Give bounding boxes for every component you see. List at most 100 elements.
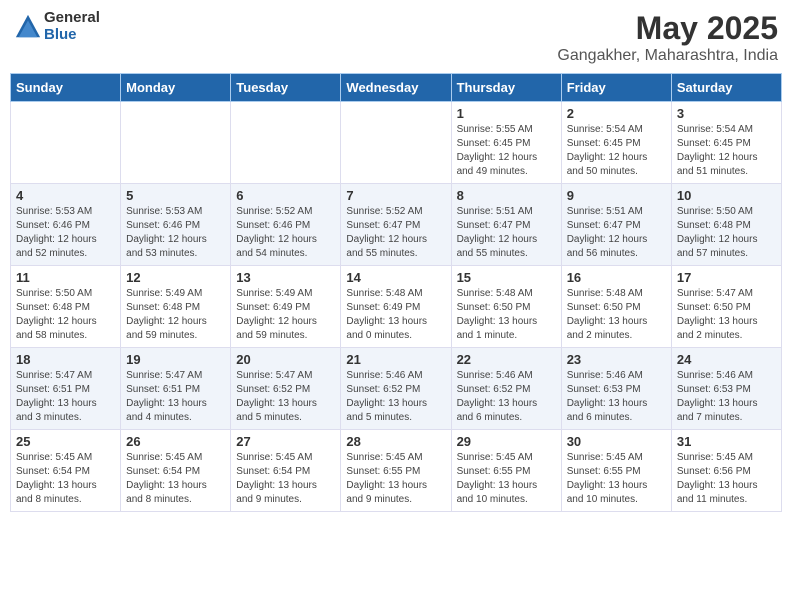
day-number: 24 <box>677 352 776 367</box>
day-info: Sunrise: 5:47 AM Sunset: 6:50 PM Dayligh… <box>677 287 776 343</box>
day-number: 22 <box>457 352 556 367</box>
header-row: SundayMondayTuesdayWednesdayThursdayFrid… <box>11 74 782 102</box>
day-number: 5 <box>126 188 225 203</box>
calendar-table: SundayMondayTuesdayWednesdayThursdayFrid… <box>10 73 782 512</box>
day-info: Sunrise: 5:53 AM Sunset: 6:46 PM Dayligh… <box>16 205 115 261</box>
day-number: 9 <box>567 188 666 203</box>
day-info: Sunrise: 5:55 AM Sunset: 6:45 PM Dayligh… <box>457 123 556 179</box>
day-number: 2 <box>567 106 666 121</box>
day-cell: 20Sunrise: 5:47 AM Sunset: 6:52 PM Dayli… <box>231 348 341 430</box>
day-number: 12 <box>126 270 225 285</box>
day-info: Sunrise: 5:46 AM Sunset: 6:53 PM Dayligh… <box>567 369 666 425</box>
day-info: Sunrise: 5:48 AM Sunset: 6:50 PM Dayligh… <box>567 287 666 343</box>
day-cell: 30 Sunrise: 5:45 AM Sunset: 6:55 PM Dayli… <box>561 430 671 512</box>
day-info: Sunrise: 5:45 AM Sunset: 6:56 PM Dayligh… <box>677 451 776 507</box>
day-cell <box>231 102 341 184</box>
day-info: Sunrise: 5:47 AM Sunset: 6:52 PM Dayligh… <box>236 369 335 425</box>
day-info: Sunrise: 5:54 AM Sunset: 6:45 PM Dayligh… <box>567 123 666 179</box>
day-info: Sunrise: 5:45 AM Sunset: 6:55 PM Dayligh… <box>567 451 666 507</box>
logo-general: General <box>44 10 100 27</box>
day-info: Sunrise: 5:48 AM Sunset: 6:49 PM Dayligh… <box>346 287 445 343</box>
day-cell: 2 Sunrise: 5:54 AM Sunset: 6:45 PM Daylig… <box>561 102 671 184</box>
day-cell: 8 Sunrise: 5:51 AM Sunset: 6:47 PM Daylig… <box>451 184 561 266</box>
day-cell: 7 Sunrise: 5:52 AM Sunset: 6:47 PM Daylig… <box>341 184 451 266</box>
day-info: Sunrise: 5:49 AM Sunset: 6:48 PM Dayligh… <box>126 287 225 343</box>
day-header-saturday: Saturday <box>671 74 781 102</box>
day-info: Sunrise: 5:50 AM Sunset: 6:48 PM Dayligh… <box>16 287 115 343</box>
day-info: Sunrise: 5:46 AM Sunset: 6:53 PM Dayligh… <box>677 369 776 425</box>
day-cell: 25 Sunrise: 5:45 AM Sunset: 6:54 PM Dayli… <box>11 430 121 512</box>
logo-blue: Blue <box>44 27 100 44</box>
day-number: 11 <box>16 270 115 285</box>
week-row-3: 11 Sunrise: 5:50 AM Sunset: 6:48 PM Dayli… <box>11 266 782 348</box>
day-cell: 28Sunrise: 5:45 AM Sunset: 6:55 PM Dayli… <box>341 430 451 512</box>
day-header-friday: Friday <box>561 74 671 102</box>
day-info: Sunrise: 5:45 AM Sunset: 6:54 PM Dayligh… <box>236 451 335 507</box>
day-cell: 17Sunrise: 5:47 AM Sunset: 6:50 PM Dayli… <box>671 266 781 348</box>
day-number: 8 <box>457 188 556 203</box>
day-header-thursday: Thursday <box>451 74 561 102</box>
logo-text: General Blue <box>44 10 100 43</box>
title-area: May 2025 Gangakher, Maharashtra, India <box>557 10 778 65</box>
day-cell: 11 Sunrise: 5:50 AM Sunset: 6:48 PM Dayli… <box>11 266 121 348</box>
day-number: 27 <box>236 434 335 449</box>
day-number: 3 <box>677 106 776 121</box>
day-number: 10 <box>677 188 776 203</box>
day-number: 31 <box>677 434 776 449</box>
logo: General Blue <box>14 10 100 43</box>
day-info: Sunrise: 5:45 AM Sunset: 6:54 PM Dayligh… <box>16 451 115 507</box>
day-info: Sunrise: 5:45 AM Sunset: 6:54 PM Dayligh… <box>126 451 225 507</box>
day-number: 16 <box>567 270 666 285</box>
day-cell <box>341 102 451 184</box>
day-number: 30 <box>567 434 666 449</box>
day-info: Sunrise: 5:52 AM Sunset: 6:46 PM Dayligh… <box>236 205 335 261</box>
day-header-wednesday: Wednesday <box>341 74 451 102</box>
day-number: 15 <box>457 270 556 285</box>
day-number: 1 <box>457 106 556 121</box>
day-info: Sunrise: 5:46 AM Sunset: 6:52 PM Dayligh… <box>457 369 556 425</box>
day-cell <box>11 102 121 184</box>
day-cell: 19 Sunrise: 5:47 AM Sunset: 6:51 PM Dayli… <box>121 348 231 430</box>
day-header-monday: Monday <box>121 74 231 102</box>
day-info: Sunrise: 5:50 AM Sunset: 6:48 PM Dayligh… <box>677 205 776 261</box>
day-cell: 29Sunrise: 5:45 AM Sunset: 6:55 PM Dayli… <box>451 430 561 512</box>
day-info: Sunrise: 5:47 AM Sunset: 6:51 PM Dayligh… <box>126 369 225 425</box>
day-number: 28 <box>346 434 445 449</box>
day-cell: 4Sunrise: 5:53 AM Sunset: 6:46 PM Daylig… <box>11 184 121 266</box>
day-info: Sunrise: 5:52 AM Sunset: 6:47 PM Dayligh… <box>346 205 445 261</box>
day-number: 7 <box>346 188 445 203</box>
day-number: 29 <box>457 434 556 449</box>
day-cell: 13Sunrise: 5:49 AM Sunset: 6:49 PM Dayli… <box>231 266 341 348</box>
day-info: Sunrise: 5:53 AM Sunset: 6:46 PM Dayligh… <box>126 205 225 261</box>
day-cell: 22 Sunrise: 5:46 AM Sunset: 6:52 PM Dayli… <box>451 348 561 430</box>
day-header-sunday: Sunday <box>11 74 121 102</box>
day-info: Sunrise: 5:51 AM Sunset: 6:47 PM Dayligh… <box>457 205 556 261</box>
logo-icon <box>14 13 42 41</box>
day-cell: 27 Sunrise: 5:45 AM Sunset: 6:54 PM Dayli… <box>231 430 341 512</box>
day-number: 6 <box>236 188 335 203</box>
day-info: Sunrise: 5:46 AM Sunset: 6:52 PM Dayligh… <box>346 369 445 425</box>
page-header: General Blue May 2025 Gangakher, Maharas… <box>10 10 782 65</box>
day-cell: 3Sunrise: 5:54 AM Sunset: 6:45 PM Daylig… <box>671 102 781 184</box>
day-cell: 18 Sunrise: 5:47 AM Sunset: 6:51 PM Dayli… <box>11 348 121 430</box>
day-info: Sunrise: 5:49 AM Sunset: 6:49 PM Dayligh… <box>236 287 335 343</box>
week-row-1: 1 Sunrise: 5:55 AM Sunset: 6:45 PM Daylig… <box>11 102 782 184</box>
day-cell: 26Sunrise: 5:45 AM Sunset: 6:54 PM Dayli… <box>121 430 231 512</box>
day-number: 23 <box>567 352 666 367</box>
day-cell: 23 Sunrise: 5:46 AM Sunset: 6:53 PM Dayli… <box>561 348 671 430</box>
day-number: 25 <box>16 434 115 449</box>
day-number: 18 <box>16 352 115 367</box>
day-cell: 14 Sunrise: 5:48 AM Sunset: 6:49 PM Dayli… <box>341 266 451 348</box>
day-cell: 15Sunrise: 5:48 AM Sunset: 6:50 PM Dayli… <box>451 266 561 348</box>
day-number: 21 <box>346 352 445 367</box>
day-number: 19 <box>126 352 225 367</box>
day-number: 14 <box>346 270 445 285</box>
day-cell: 6 Sunrise: 5:52 AM Sunset: 6:46 PM Daylig… <box>231 184 341 266</box>
day-cell: 24 Sunrise: 5:46 AM Sunset: 6:53 PM Dayli… <box>671 348 781 430</box>
subtitle: Gangakher, Maharashtra, India <box>557 47 778 65</box>
week-row-4: 18 Sunrise: 5:47 AM Sunset: 6:51 PM Dayli… <box>11 348 782 430</box>
day-info: Sunrise: 5:47 AM Sunset: 6:51 PM Dayligh… <box>16 369 115 425</box>
day-header-tuesday: Tuesday <box>231 74 341 102</box>
day-info: Sunrise: 5:51 AM Sunset: 6:47 PM Dayligh… <box>567 205 666 261</box>
day-cell: 10 Sunrise: 5:50 AM Sunset: 6:48 PM Dayli… <box>671 184 781 266</box>
